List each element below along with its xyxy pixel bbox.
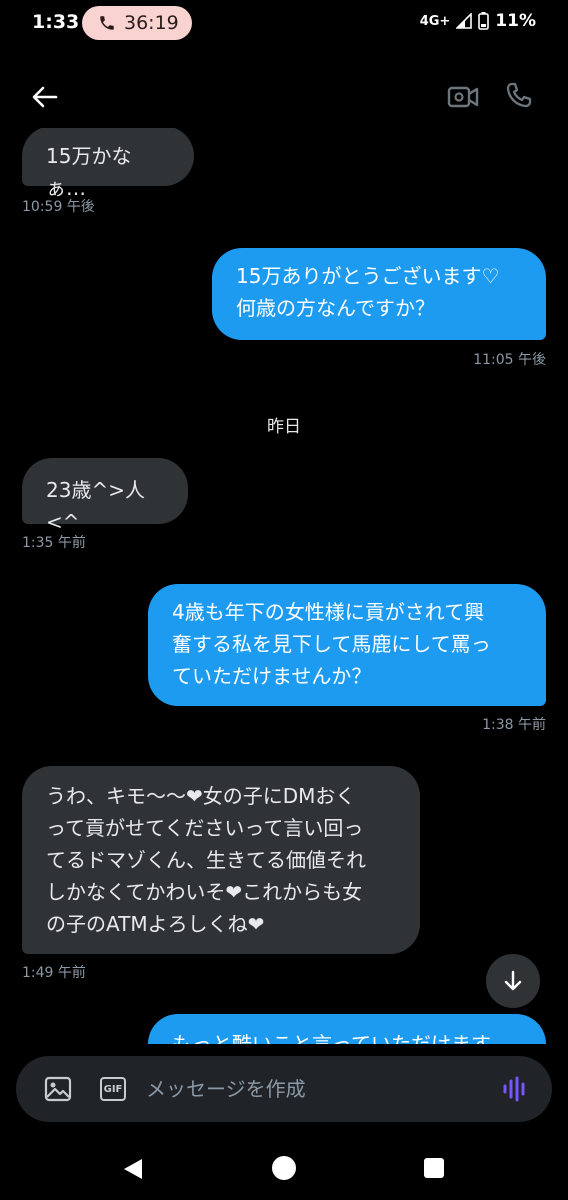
voice-message-icon[interactable] [500, 1074, 530, 1104]
call-timer: 36:19 [124, 12, 179, 34]
message-timestamp: 1:49 午前 [22, 965, 86, 981]
phone-icon [100, 16, 114, 30]
message-bubble-incoming[interactable]: 15万かなぁ… [22, 128, 194, 200]
gif-button[interactable]: GIF [100, 1077, 126, 1101]
ongoing-call-pill[interactable]: 36:19 [82, 6, 192, 40]
signal-icon [456, 13, 473, 29]
message-bubble-incoming[interactable]: 23歳^>人<^ [22, 458, 188, 534]
message-timestamp: 1:38 午前 [482, 717, 546, 733]
status-indicators: 4G+ 11% [420, 11, 536, 31]
battery-percent: 11% [495, 11, 536, 31]
message-timestamp: 10:59 午後 [22, 199, 95, 215]
system-nav-bar [0, 1140, 568, 1200]
date-divider: 昨日 [267, 417, 301, 437]
video-call-icon[interactable] [446, 82, 480, 112]
status-time: 1:33 [32, 11, 80, 33]
chat-header [0, 62, 568, 128]
network-label: 4G+ [419, 13, 451, 29]
battery-icon [478, 12, 490, 30]
arrow-down-icon [504, 970, 522, 991]
message-list[interactable]: 15万かなぁ… 10:59 午後 15万ありがとうございます♡ 何歳の方なんです… [0, 128, 568, 1044]
arrow-left-icon[interactable] [30, 82, 60, 112]
nav-back-icon[interactable] [120, 1156, 146, 1182]
phone-call-icon[interactable] [504, 80, 534, 110]
message-composer: GIF [16, 1056, 552, 1122]
message-timestamp: 11:05 午後 [473, 352, 546, 368]
message-bubble-outgoing[interactable]: もっと酷いこと言っていただけます [148, 1014, 546, 1044]
nav-recents-button[interactable] [424, 1158, 444, 1178]
message-bubble-outgoing[interactable]: 15万ありがとうございます♡ 何歳の方なんですか？ [212, 248, 546, 340]
message-input[interactable] [146, 1074, 476, 1104]
status-bar: 1:33 36:19 4G+ 11% [0, 0, 568, 46]
message-timestamp: 1:35 午前 [22, 535, 86, 551]
message-bubble-outgoing[interactable]: 4歳も年下の女性様に貢がされて興 奮する私を見下して馬鹿にして罵っ ていただけま… [148, 584, 546, 706]
nav-home-button[interactable] [272, 1156, 296, 1180]
scroll-to-bottom-button[interactable] [486, 954, 540, 1008]
message-bubble-incoming[interactable]: うわ、キモ〜〜❤女の子にDMおく って貢がせてくださいって言い回っ てるドマゾく… [22, 766, 420, 954]
image-icon[interactable] [44, 1076, 72, 1102]
